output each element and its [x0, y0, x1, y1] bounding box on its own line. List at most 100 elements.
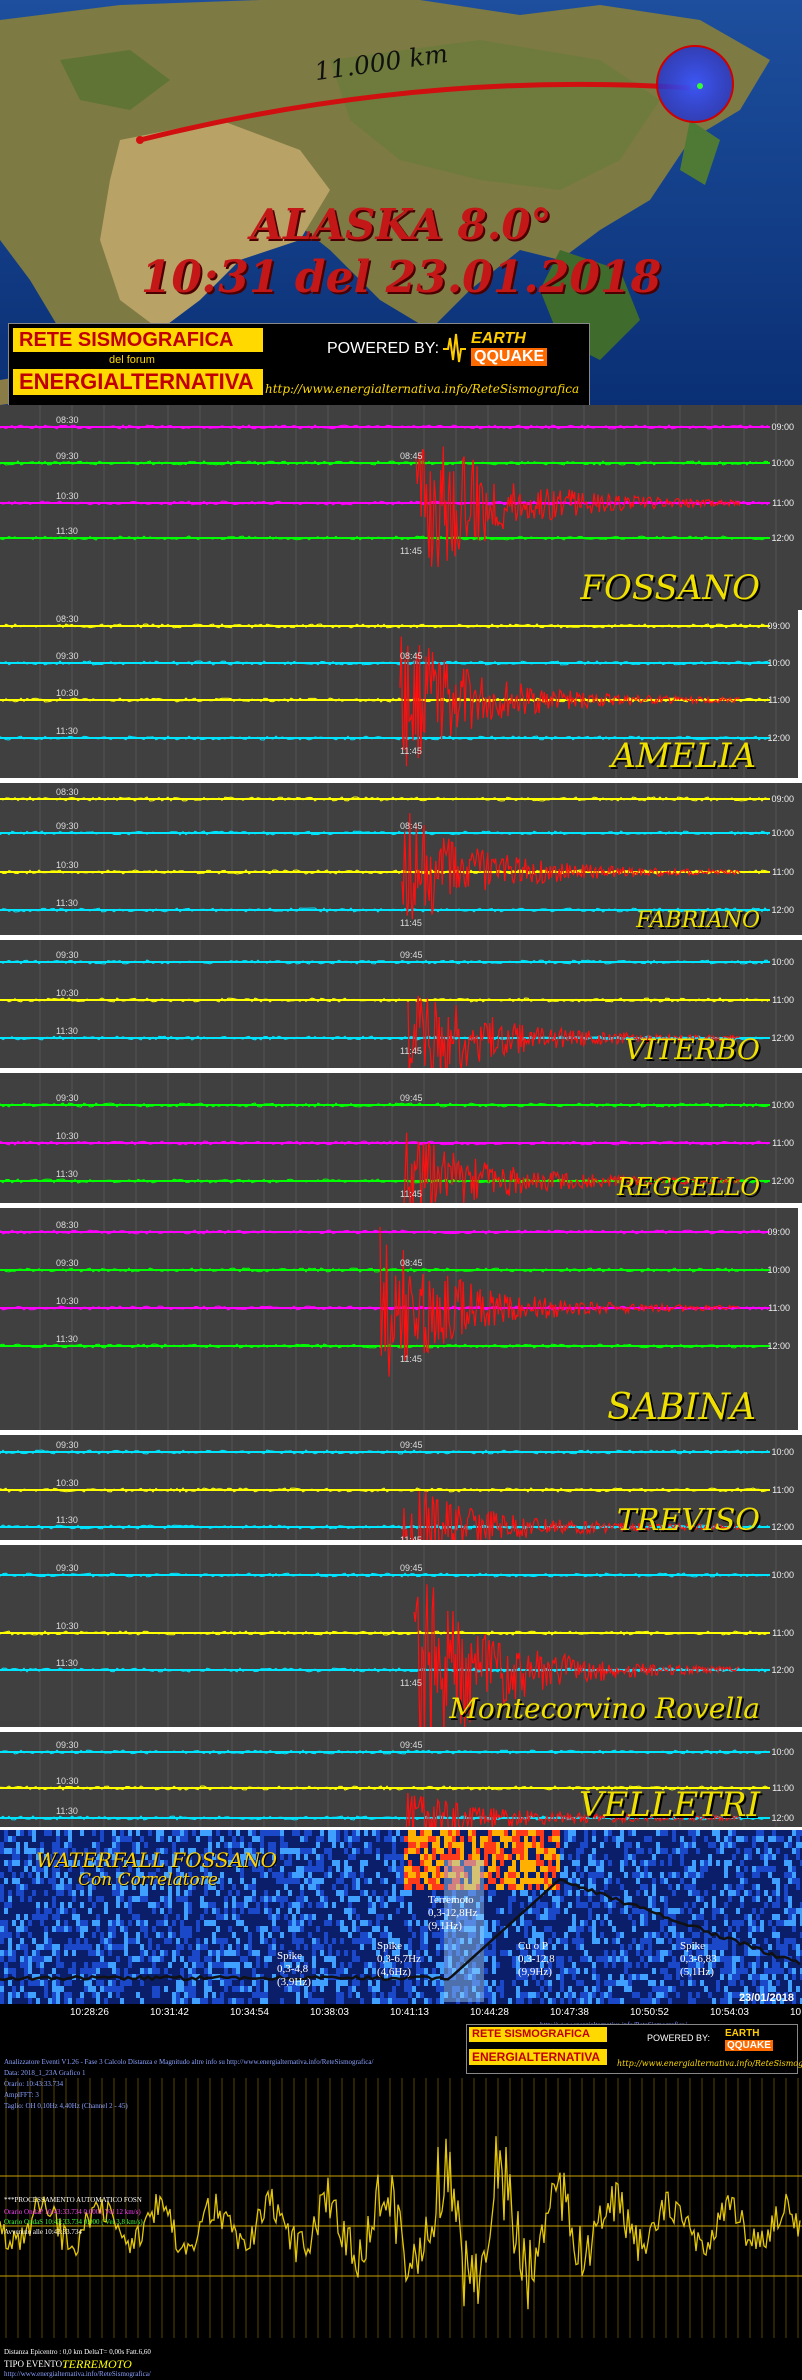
spectrogram-cell: [540, 1986, 544, 1992]
spectrogram-cell: [560, 1962, 564, 1968]
spectrogram-cell: [340, 1866, 344, 1872]
spectrogram-cell: [584, 1986, 588, 1992]
spectrogram-cell: [144, 1932, 148, 1938]
spectrogram-cell: [236, 1872, 240, 1878]
spectrogram-cell: [416, 1926, 420, 1932]
spectrogram-cell: [488, 1998, 492, 2004]
spectrogram-cell: [332, 1986, 336, 1992]
spectrogram-cell: [252, 1890, 256, 1896]
spectrogram-cell: [220, 1878, 224, 1884]
spectrogram-cell: [280, 1884, 284, 1890]
spectrogram-cell: [504, 1842, 508, 1848]
spectrogram-cell: [520, 1884, 524, 1890]
spectrogram-cell: [64, 1932, 68, 1938]
spectrogram-cell: [552, 1842, 556, 1848]
spectrogram-cell: [612, 1926, 616, 1932]
spectrogram-cell: [472, 1836, 476, 1842]
spectrogram-cell: [100, 1962, 104, 1968]
spectrogram-cell: [28, 1950, 32, 1956]
spectrogram-cell: [364, 1992, 368, 1998]
spectrogram-cell: [596, 1980, 600, 1986]
spectrogram-cell: [400, 1932, 404, 1938]
spectrogram-cell: [512, 1926, 516, 1932]
spectrogram-cell: [24, 1854, 28, 1860]
spectrogram-cell: [504, 1866, 508, 1872]
spectrogram-cell: [492, 1962, 496, 1968]
spectrogram-cell: [420, 1878, 424, 1884]
spectrogram-cell: [220, 1908, 224, 1914]
spectrogram-cell: [320, 1890, 324, 1896]
spectrogram-cell: [504, 1860, 508, 1866]
spectrogram-cell: [616, 1836, 620, 1842]
spectrogram-cell: [372, 1842, 376, 1848]
spectrogram-cell: [576, 1842, 580, 1848]
spectrogram-cell: [564, 1914, 568, 1920]
spectrogram-cell: [148, 1902, 152, 1908]
spectrogram-cell: [104, 1914, 108, 1920]
spectrogram-cell: [364, 1986, 368, 1992]
spectrogram-cell: [440, 1944, 444, 1950]
spectrogram-cell: [216, 1992, 220, 1998]
time-label-right: 11:00: [772, 1485, 794, 1495]
spectrogram-cell: [400, 1896, 404, 1902]
spectrogram-cell: [36, 1944, 40, 1950]
spectrogram-cell: [572, 1890, 576, 1896]
spectrogram-cell: [40, 1884, 44, 1890]
spectrogram-cell: [452, 1854, 456, 1860]
time-label-right: 10:00: [767, 1265, 790, 1275]
spectrogram-cell: [56, 1908, 60, 1914]
spectrogram-cell: [428, 1836, 432, 1842]
spectrogram-cell: [224, 1902, 228, 1908]
spectrogram-cell: [400, 1908, 404, 1914]
spectrogram-cell: [408, 1932, 412, 1938]
spectrogram-cell: [180, 1890, 184, 1896]
spectrogram-cell: [288, 1914, 292, 1920]
spectrogram-cell: [120, 1908, 124, 1914]
spectrogram-cell: [376, 1830, 380, 1836]
earthquake-waveform: [401, 813, 741, 920]
spectrogram-cell: [16, 1914, 20, 1920]
spectrogram-cell: [372, 1920, 376, 1926]
spectrogram-cell: [188, 1836, 192, 1842]
spectrogram-cell: [224, 1836, 228, 1842]
spectrogram-cell: [248, 1920, 252, 1926]
spectrogram-cell: [312, 1914, 316, 1920]
spectrogram-cell: [408, 1842, 412, 1848]
spectrogram-cell: [368, 1908, 372, 1914]
spectrogram-cell: [532, 1920, 536, 1926]
spectrogram-cell: [532, 1878, 536, 1884]
spectrogram-cell: [396, 1890, 400, 1896]
spectrogram-cell: [360, 1896, 364, 1902]
spectrogram-cell: [532, 1836, 536, 1842]
spectrogram-cell: [384, 1854, 388, 1860]
spectrogram-cell: [84, 1830, 88, 1836]
spectrogram-cell: [188, 1932, 192, 1938]
spectrogram-cell: [236, 1896, 240, 1902]
banner-url[interactable]: http://www.energialternativa.info/ReteSi…: [265, 382, 579, 396]
spectrogram-cell: [496, 1974, 500, 1980]
spectrogram-cell: [360, 1986, 364, 1992]
spectrogram-cell: [224, 1986, 228, 1992]
spectrogram-cell: [76, 1986, 80, 1992]
spectrogram-cell: [416, 1830, 420, 1836]
spectrogram-cell: [240, 1956, 244, 1962]
spectrogram-cell: [180, 1998, 184, 2004]
spectrogram-cell: [364, 1908, 368, 1914]
spectrogram-cell: [524, 1986, 528, 1992]
spectrogram-cell: [252, 1884, 256, 1890]
spectrogram-cell: [624, 1944, 628, 1950]
spectrogram-cell: [156, 1998, 160, 2004]
spectrogram-cell: [412, 1836, 416, 1842]
spectrogram-cell: [244, 1968, 248, 1974]
spectrogram-cell: [92, 1956, 96, 1962]
spectrogram-cell: [508, 1932, 512, 1938]
time-label-mid: 09:45: [400, 1740, 423, 1750]
spectrogram-cell: [508, 1968, 512, 1974]
spectrogram-cell: [112, 1914, 116, 1920]
spectrogram-cell: [588, 1950, 592, 1956]
spectrogram-cell: [272, 1944, 276, 1950]
spectrogram-cell: [184, 1950, 188, 1956]
spectrogram-cell: [216, 1986, 220, 1992]
spectrogram-cell: [48, 1932, 52, 1938]
spectrogram-cell: [292, 1836, 296, 1842]
